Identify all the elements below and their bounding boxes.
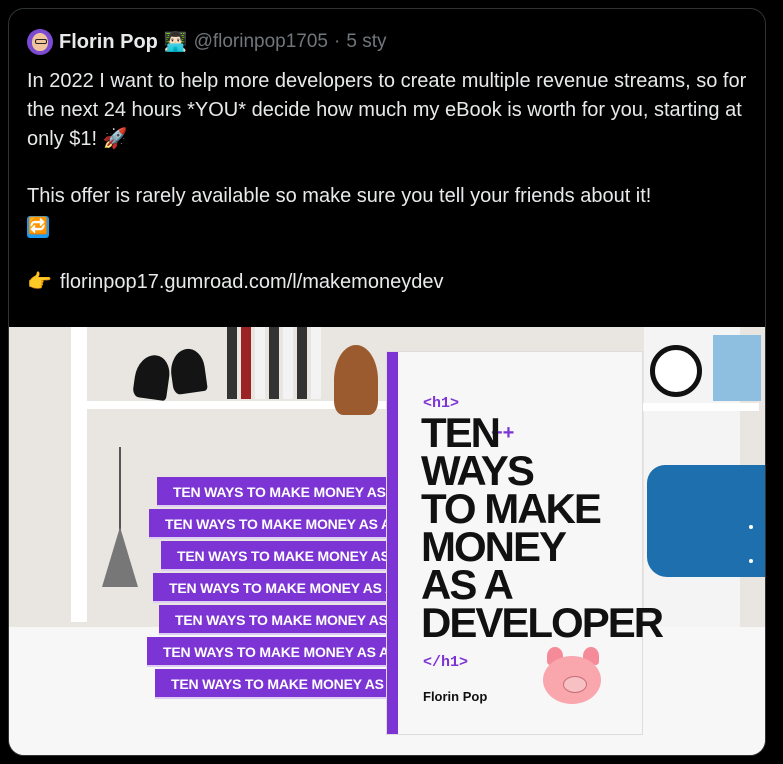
- chair-rivet-icon: [749, 525, 753, 529]
- shelf-right-bar: [637, 403, 759, 411]
- tweet-link-row: 👉 florinpop17.gumroad.com/l/makemoneydev: [27, 268, 752, 297]
- tweet-body: In 2022 I want to help more developers t…: [27, 67, 752, 297]
- stack-book-spine: TEN WAYS TO MAKE MONEY AS A DEVELO: [147, 637, 403, 667]
- shelf-books: [227, 327, 321, 399]
- author-handle[interactable]: @florinpop1705: [194, 31, 328, 53]
- cover-title: TEN WAYS TO MAKE MONEY AS A DEVELOPER: [421, 412, 664, 646]
- stack-book-spine: TEN WAYS TO MAKE MONEY AS A DEVEI: [149, 509, 403, 539]
- avatar-face-icon: [32, 33, 48, 51]
- blue-book-icon: [713, 335, 761, 401]
- stack-book-spine: TEN WAYS TO MAKE MONEY AS A DEVEI: [155, 669, 403, 699]
- blue-chair-icon: [647, 465, 765, 577]
- tweet-text-2: This offer is rarely available so make s…: [27, 185, 652, 207]
- tweet-card[interactable]: Florin Pop 👨🏻‍💻 @florinpop1705 · 5 sty I…: [8, 8, 766, 756]
- technologist-emoji-icon: 👨🏻‍💻: [163, 32, 188, 53]
- stack-book-spine: TEN WAYS TO MAKE MONEY AS A DEV: [161, 541, 403, 571]
- tweet-link[interactable]: florinpop17.gumroad.com/l/makemoneydev: [60, 268, 444, 297]
- cover-title-line: DEVELOPER: [421, 599, 664, 646]
- alarm-clock-icon: [650, 345, 702, 397]
- eiffel-tower-icon: [102, 447, 138, 587]
- tweet-paragraph-2: This offer is rarely available so make s…: [27, 182, 752, 240]
- ebook-cover: <h1> ++ TEN WAYS TO MAKE MONEY AS A DEVE…: [387, 352, 664, 734]
- shelf-side: [71, 327, 87, 622]
- rocket-icon: 🚀: [102, 128, 128, 150]
- piggy-bank-icon: [541, 642, 605, 712]
- tweet-text-1: In 2022 I want to help more developers t…: [27, 70, 747, 150]
- shelf-book: [297, 327, 307, 399]
- tweet-image[interactable]: TEN WAYS TO MAKE MONEY AS A DEVEL TEN WA…: [9, 327, 765, 755]
- shelf-book: [255, 327, 265, 399]
- stack-book-spine: TEN WAYS TO MAKE MONEY AS A DEVI: [153, 573, 403, 603]
- shelf-book: [311, 327, 321, 399]
- tweet-time[interactable]: 5 sty: [346, 31, 386, 53]
- tweet-paragraph-1: In 2022 I want to help more developers t…: [27, 67, 752, 154]
- tweet-header: Florin Pop 👨🏻‍💻 @florinpop1705 · 5 sty: [27, 29, 386, 55]
- shelf-book: [283, 327, 293, 399]
- repeat-icon: 🔁: [27, 216, 49, 238]
- stack-book-spine: TEN WAYS TO MAKE MONEY AS A DEVEL: [157, 477, 403, 507]
- shelf-book: [241, 327, 251, 399]
- chair-rivet-icon: [749, 559, 753, 563]
- avatar[interactable]: [27, 29, 53, 55]
- pig-snout: [563, 676, 587, 693]
- cover-spine: [387, 352, 398, 734]
- bird-ornament-icon: [132, 352, 172, 402]
- shelf-book: [269, 327, 279, 399]
- stack-book-spine: TEN WAYS TO MAKE MONEY AS A DEV: [159, 605, 403, 635]
- wooden-monkey-icon: [334, 345, 378, 415]
- bird-ornament-icon: [168, 346, 208, 396]
- author-name[interactable]: Florin Pop: [59, 31, 158, 54]
- pointing-hand-icon: 👉: [27, 271, 52, 293]
- cover-close-tag: </h1>: [423, 654, 469, 671]
- cover-author: Florin Pop: [423, 689, 488, 704]
- shelf-book: [227, 327, 237, 399]
- separator-dot: ·: [334, 31, 341, 52]
